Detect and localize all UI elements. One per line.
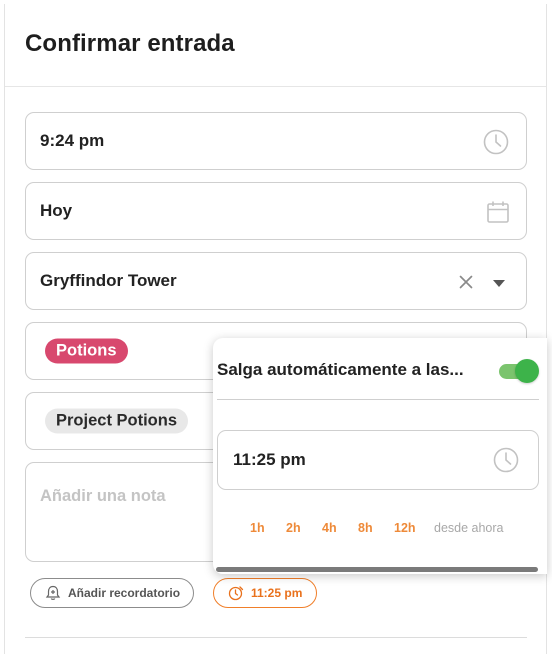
auto-exit-popover: Salga automáticamente a las... 11:25 pm … <box>213 338 547 574</box>
popover-scrollbar[interactable] <box>216 567 538 572</box>
bell-plus-icon <box>45 585 61 600</box>
auto-exit-toggle[interactable] <box>499 359 539 383</box>
quick-option-1h[interactable]: 1h <box>250 521 265 535</box>
add-reminder-label: Añadir recordatorio <box>68 586 181 600</box>
time-value: 9:24 pm <box>40 131 105 150</box>
auto-exit-time-button[interactable]: 11:25 pm <box>213 578 317 608</box>
timer-icon <box>228 586 244 601</box>
popover-divider <box>217 399 539 400</box>
quick-options-suffix: desde ahora <box>434 521 504 535</box>
date-field[interactable]: Hoy <box>25 182 527 240</box>
add-reminder-button[interactable]: Añadir recordatorio <box>30 578 194 608</box>
note-placeholder: Añadir una nota <box>40 487 166 505</box>
quick-option-2h[interactable]: 2h <box>286 521 301 535</box>
quick-option-4h[interactable]: 4h <box>322 521 337 535</box>
quick-option-12h[interactable]: 12h <box>394 521 416 535</box>
date-value: Hoy <box>40 201 73 220</box>
header-divider <box>5 86 546 87</box>
quick-option-8h[interactable]: 8h <box>358 521 373 535</box>
dialog-title: Confirmar entrada <box>25 30 235 57</box>
time-field[interactable]: 9:24 pm <box>25 112 527 170</box>
auto-exit-time-label: 11:25 pm <box>251 586 303 600</box>
project-chip[interactable]: Project Potions <box>45 408 189 434</box>
tag-chip[interactable]: Potions <box>45 338 128 364</box>
location-value: Gryffindor Tower <box>40 271 177 290</box>
auto-exit-time-field[interactable]: 11:25 pm <box>217 430 539 490</box>
clock-icon[interactable] <box>493 447 519 473</box>
toggle-knob <box>515 359 539 383</box>
calendar-icon[interactable] <box>486 200 510 224</box>
clock-icon[interactable] <box>483 129 509 155</box>
footer-divider <box>25 637 527 638</box>
caret-down-icon[interactable] <box>492 279 506 288</box>
location-select[interactable]: Gryffindor Tower <box>25 252 527 310</box>
auto-exit-title: Salga automáticamente a las... <box>217 360 464 379</box>
close-icon[interactable] <box>459 275 473 289</box>
auto-exit-time-value: 11:25 pm <box>233 450 306 469</box>
